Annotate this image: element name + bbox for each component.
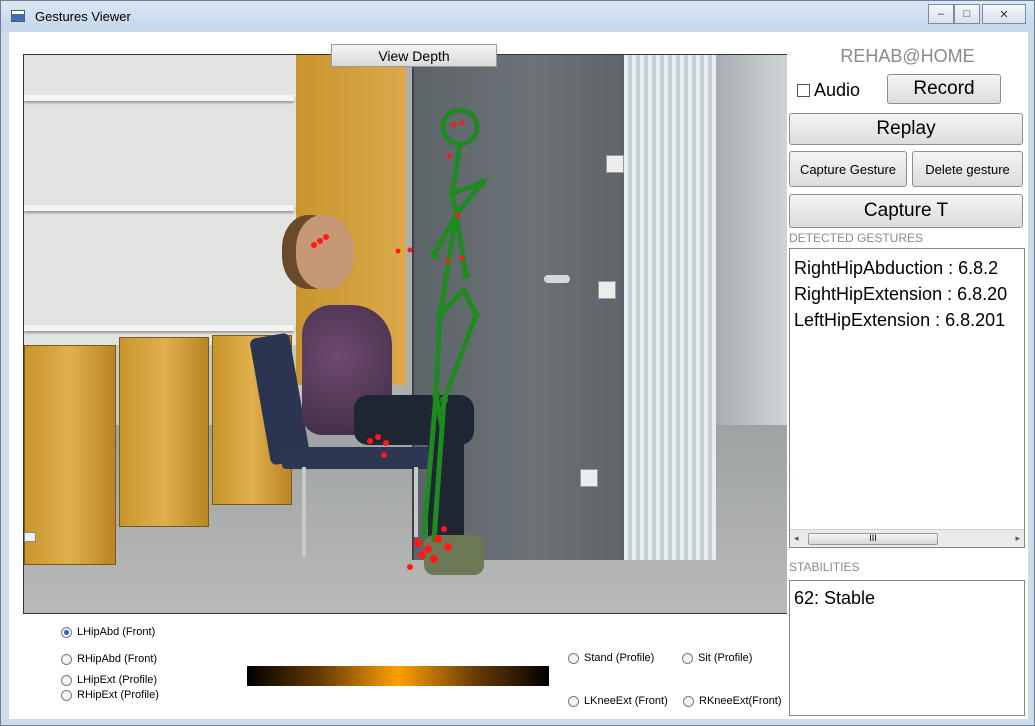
- skeleton-leg-right: [441, 312, 479, 403]
- tracked-point: [459, 120, 465, 126]
- maximize-button[interactable]: □: [954, 4, 980, 24]
- tracked-point: [446, 153, 452, 159]
- radio-label: LHipExt (Profile): [77, 674, 158, 686]
- scroll-left-icon[interactable]: ◂: [794, 533, 799, 544]
- record-button[interactable]: Record: [887, 74, 1001, 104]
- scroll-right-icon[interactable]: ▸: [1015, 533, 1020, 544]
- close-button[interactable]: ✕: [982, 4, 1026, 24]
- skeleton-head: [440, 107, 480, 147]
- radio-stand-profile[interactable]: Stand (Profile): [568, 652, 654, 664]
- radio-rhipabd-front[interactable]: RHipAbd (Front): [61, 653, 157, 665]
- skeleton-joint: [472, 311, 480, 319]
- skeleton-joint: [436, 311, 444, 319]
- radio-sit-profile[interactable]: Sit (Profile): [682, 652, 752, 664]
- app-window: Gestures Viewer – □ ✕ View Depth REHAB@H…: [0, 0, 1035, 726]
- radio-icon[interactable]: [568, 695, 579, 707]
- tracked-point: [430, 555, 438, 563]
- scrollbar-thumb[interactable]: III: [808, 533, 938, 545]
- radio-lhipext-profile[interactable]: LHipExt (Profile): [61, 674, 157, 686]
- camera-view: [23, 54, 788, 614]
- tracked-point: [407, 247, 413, 253]
- radio-icon[interactable]: [683, 695, 694, 707]
- list-item[interactable]: RightHipExtension : 6.8.20: [790, 281, 1024, 307]
- detected-gestures-list[interactable]: RightHipAbduction : 6.8.2 RightHipExtens…: [789, 248, 1025, 548]
- skeleton-shoulders: [449, 177, 490, 221]
- skeleton-joint: [448, 189, 456, 197]
- radio-rhipext-profile[interactable]: RHipExt (Profile): [61, 689, 159, 701]
- radio-label: LHipAbd (Front): [77, 626, 156, 638]
- tracked-point: [424, 545, 432, 553]
- tracked-point: [459, 255, 465, 261]
- tracked-point: [381, 452, 387, 458]
- radio-label: RHipExt (Profile): [77, 689, 159, 701]
- title-bar[interactable]: Gestures Viewer – □ ✕: [1, 1, 1034, 31]
- radio-icon[interactable]: [568, 652, 579, 664]
- radio-label: Stand (Profile): [584, 652, 655, 664]
- audio-label: Audio: [814, 80, 861, 100]
- list-item[interactable]: RightHipAbduction : 6.8.2: [790, 255, 1024, 281]
- list-item[interactable]: 62: Stable: [790, 585, 1024, 611]
- tracked-point: [445, 258, 451, 264]
- minimize-button[interactable]: –: [928, 4, 954, 24]
- view-depth-button[interactable]: View Depth: [331, 44, 497, 67]
- skeleton-joint: [478, 179, 486, 187]
- skeleton-joint: [430, 251, 438, 259]
- radio-icon[interactable]: [61, 674, 72, 686]
- tracked-point: [444, 543, 452, 551]
- skeleton-leg-left: [433, 312, 443, 398]
- tracked-point: [323, 234, 329, 240]
- radio-lhipabd-front[interactable]: LHipAbd (Front): [61, 626, 155, 638]
- skeleton-overlay: [311, 107, 490, 570]
- tracked-point: [441, 526, 447, 532]
- radio-label: Sit (Profile): [698, 652, 753, 664]
- depth-gradient-bar: [247, 666, 549, 686]
- tracked-point: [367, 438, 373, 444]
- radio-label: LKneeExt (Front): [584, 695, 668, 707]
- replay-button[interactable]: Replay: [789, 113, 1023, 145]
- tracked-point: [434, 535, 442, 543]
- tracked-point: [418, 551, 426, 559]
- skeleton-joint: [462, 271, 470, 279]
- detected-gestures-header: DETECTED GESTURES: [789, 231, 924, 245]
- tracked-point: [375, 434, 381, 440]
- capture-t-button[interactable]: Capture T: [789, 194, 1023, 228]
- radio-icon[interactable]: [61, 689, 72, 701]
- control-panel: REHAB@HOME Audio Record Replay Capture G…: [787, 32, 1028, 719]
- tracked-point: [451, 122, 457, 128]
- skeleton-joint: [432, 391, 440, 399]
- horizontal-scrollbar[interactable]: ◂ III ▸: [790, 529, 1024, 547]
- audio-checkbox-box[interactable]: [797, 84, 810, 97]
- tracked-point: [455, 212, 461, 218]
- tracked-point: [407, 564, 413, 570]
- skeleton-joint: [440, 396, 448, 404]
- list-item[interactable]: LeftHipExtension : 6.8.201: [790, 307, 1024, 333]
- radio-lkneeext-front[interactable]: LKneeExt (Front): [568, 695, 668, 707]
- radio-icon[interactable]: [61, 653, 72, 665]
- window-title: Gestures Viewer: [35, 9, 131, 24]
- radio-label: RKneeExt(Front): [699, 695, 782, 707]
- radio-icon[interactable]: [682, 652, 693, 664]
- app-icon: [11, 10, 25, 22]
- skeleton-hip: [461, 287, 479, 318]
- radio-checked-icon[interactable]: [61, 626, 72, 638]
- stabilities-header: STABILITIES: [789, 560, 860, 574]
- radio-label: RHipAbd (Front): [77, 653, 158, 665]
- radio-rkneeext-front[interactable]: RKneeExt(Front): [683, 695, 782, 707]
- tracked-point: [317, 238, 323, 244]
- stabilities-list[interactable]: 62: Stable: [789, 580, 1025, 716]
- brand-title: REHAB@HOME: [840, 46, 975, 66]
- tracked-point: [311, 242, 317, 248]
- tracked-point: [414, 539, 422, 547]
- tracked-point: [383, 440, 389, 446]
- delete-gesture-button[interactable]: Delete gesture: [912, 151, 1023, 187]
- audio-checkbox[interactable]: Audio: [797, 80, 860, 101]
- tracked-point: [395, 248, 401, 254]
- capture-gesture-button[interactable]: Capture Gesture: [789, 151, 907, 187]
- client-area: View Depth REHAB@HOME Audio Record Repla…: [9, 32, 1028, 719]
- skeleton-neck: [449, 141, 463, 196]
- slider-handle[interactable]: [24, 532, 36, 542]
- skeleton-arm: [453, 212, 469, 278]
